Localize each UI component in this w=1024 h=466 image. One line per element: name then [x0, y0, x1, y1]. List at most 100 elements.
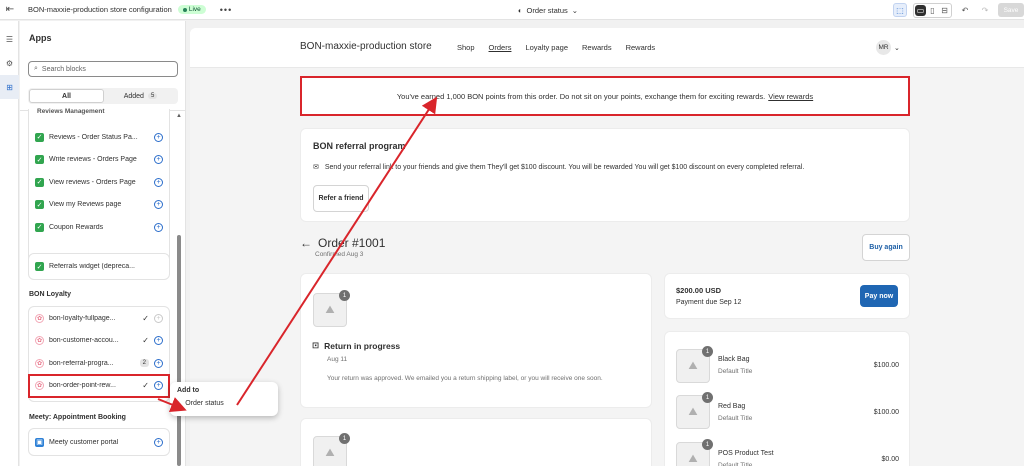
- pay-now-button[interactable]: Pay now: [860, 285, 898, 307]
- popover-item-order-status[interactable]: ◐ Order status: [177, 400, 271, 407]
- search-input[interactable]: ⌕ Search blocks: [28, 61, 178, 77]
- checkmark-app-icon: ✓: [35, 177, 44, 187]
- referral-title: BON referral program: [313, 141, 406, 151]
- image-placeholder-icon: ⛰: [325, 446, 335, 459]
- nav-shop[interactable]: Shop: [457, 43, 475, 52]
- sections-icon[interactable]: ☰: [0, 27, 19, 51]
- payment-card: $200.00 USD Payment due Sep 12 Pay now: [664, 273, 910, 319]
- tab-all[interactable]: All: [29, 89, 104, 103]
- editor-rail: ☰ ⚙ ⊞: [0, 21, 19, 466]
- image-placeholder-icon: ⛰: [688, 452, 698, 465]
- back-arrow-icon[interactable]: ←: [300, 236, 312, 250]
- nav-rewards-2[interactable]: Rewards: [626, 43, 656, 52]
- add-circle-icon[interactable]: +: [154, 336, 163, 346]
- block-item[interactable]: ✓ View reviews - Orders Page +: [29, 171, 169, 194]
- block-item[interactable]: ✿ bon-referral-progra... 2 +: [29, 352, 169, 375]
- block-label: Reviews - Order Status Pa...: [49, 133, 138, 141]
- block-item[interactable]: ✓ Referrals widget (depreca...: [29, 254, 169, 279]
- gift-app-icon: ✿: [35, 358, 44, 368]
- page-selector[interactable]: ◐ Order status ⌄: [518, 0, 578, 20]
- desktop-icon[interactable]: ▭: [915, 4, 926, 16]
- nav-orders[interactable]: Orders: [489, 43, 512, 52]
- item-variant: Default Title: [718, 415, 753, 422]
- redo-icon[interactable]: ↷: [978, 3, 992, 17]
- inspector-icon[interactable]: ⬚: [893, 3, 907, 17]
- view-rewards-link[interactable]: View rewards: [768, 92, 813, 101]
- order-title: ← Order #1001: [300, 236, 385, 250]
- add-circle-icon[interactable]: +: [154, 381, 163, 391]
- add-circle-icon[interactable]: +: [154, 437, 163, 447]
- item-variant: Default Title: [718, 462, 753, 466]
- scroll-up-icon[interactable]: ▲: [176, 113, 182, 119]
- device-switcher: ▭ ▯ ⊟: [913, 2, 952, 18]
- add-circle-icon[interactable]: +: [154, 132, 163, 142]
- apps-icon[interactable]: ⊞: [0, 75, 19, 99]
- more-actions-button[interactable]: •••: [220, 5, 232, 15]
- checkmark-app-icon: ✓: [35, 200, 44, 210]
- block-item[interactable]: ✿ bon-loyalty-fullpage... ✓ +: [29, 307, 169, 330]
- gift-app-icon: ✿: [35, 313, 44, 323]
- quantity-badge: 1: [339, 290, 350, 301]
- page-icon: ◐: [177, 400, 182, 407]
- return-message: Your return was approved. We emailed you…: [327, 375, 603, 382]
- editor-topbar: ⇤ BON-maxxie-production store configurat…: [0, 0, 1024, 20]
- nav-rewards[interactable]: Rewards: [582, 43, 612, 52]
- return-card: ⛰ 1 ⊡ Return in progress Aug 11 Your retur…: [300, 273, 652, 408]
- block-item[interactable]: ▣ Meety customer portal +: [29, 429, 169, 455]
- line-items-card: ⛰ 1 Black Bag Default Title $100.00 ⛰ 1 Re…: [664, 331, 910, 466]
- mobile-icon[interactable]: ▯: [927, 5, 938, 16]
- undo-icon[interactable]: ↶: [958, 3, 972, 17]
- tab-added[interactable]: Added 5: [104, 89, 177, 103]
- quantity-badge: 1: [702, 346, 713, 357]
- block-label: bon-customer-accou...: [49, 337, 119, 345]
- refer-friend-button[interactable]: Refer a friend: [313, 185, 369, 212]
- item-price: $100.00: [873, 409, 899, 416]
- item-price: $100.00: [873, 362, 899, 369]
- panel-scrollbar[interactable]: [177, 235, 181, 466]
- tab-all-label: All: [62, 92, 71, 100]
- item-name: Red Bag: [718, 403, 746, 410]
- block-item[interactable]: ✓ Write reviews - Orders Page +: [29, 149, 169, 172]
- group-header-bon-loyalty: BON Loyalty: [29, 291, 72, 298]
- added-count: 5: [147, 93, 158, 99]
- exit-icon[interactable]: ⇤: [0, 0, 20, 20]
- save-button[interactable]: Save: [998, 3, 1024, 17]
- nav-loyalty-page[interactable]: Loyalty page: [525, 43, 568, 52]
- block-label: Meety customer portal: [49, 438, 119, 446]
- add-circle-icon[interactable]: +: [154, 222, 163, 232]
- settings-gear-icon[interactable]: ⚙: [0, 51, 19, 75]
- popover-title: Add to: [177, 387, 200, 394]
- block-item-bon-order-point-rewards[interactable]: ✿ bon-order-point-rew... ✓ +: [28, 373, 170, 398]
- add-circle-icon[interactable]: +: [154, 155, 163, 165]
- add-circle-icon[interactable]: +: [154, 313, 163, 323]
- item-name: POS Product Test: [718, 450, 774, 457]
- product-thumbnail: ⛰ 1: [313, 290, 350, 327]
- checkmark-app-icon: ✓: [35, 222, 44, 232]
- return-title: ⊡ Return in progress: [312, 340, 400, 351]
- store-preview: BON-maxxie-production store Shop Orders …: [190, 28, 1024, 466]
- buy-again-button[interactable]: Buy again: [862, 234, 910, 261]
- block-label: Coupon Rewards: [49, 223, 104, 231]
- checkmark-app-icon: ✓: [35, 262, 44, 271]
- product-thumbnail: ⛰ 1: [676, 439, 713, 466]
- referrals-widget-group: ✓ Referrals widget (depreca...: [28, 253, 170, 280]
- block-item[interactable]: ✓ View my Reviews page +: [29, 194, 169, 217]
- add-circle-icon[interactable]: +: [154, 358, 163, 368]
- chevron-down-icon: ⌄: [571, 5, 579, 15]
- store-name[interactable]: BON-maxxie-production store: [300, 41, 432, 52]
- quantity-badge: 1: [702, 439, 713, 450]
- add-circle-icon[interactable]: +: [154, 200, 163, 210]
- account-menu[interactable]: MR ⌄: [876, 40, 900, 55]
- tab-added-label: Added: [123, 92, 144, 100]
- fullwidth-icon[interactable]: ⊟: [939, 5, 950, 16]
- add-circle-icon[interactable]: +: [154, 177, 163, 187]
- block-item[interactable]: ✓ Reviews - Order Status Pa... +: [29, 126, 169, 149]
- block-item[interactable]: ✿ bon-customer-accou... ✓ +: [29, 330, 169, 353]
- order-title-text: Order #1001: [318, 236, 386, 250]
- block-item[interactable]: ✓ Coupon Rewards +: [29, 216, 169, 239]
- quantity-badge: 1: [339, 433, 350, 444]
- second-shipment-card: ⛰ 1: [300, 418, 652, 466]
- check-icon: ✓: [142, 313, 149, 323]
- filter-tabs: All Added 5: [28, 88, 178, 104]
- return-box-icon: ⊡: [312, 340, 320, 350]
